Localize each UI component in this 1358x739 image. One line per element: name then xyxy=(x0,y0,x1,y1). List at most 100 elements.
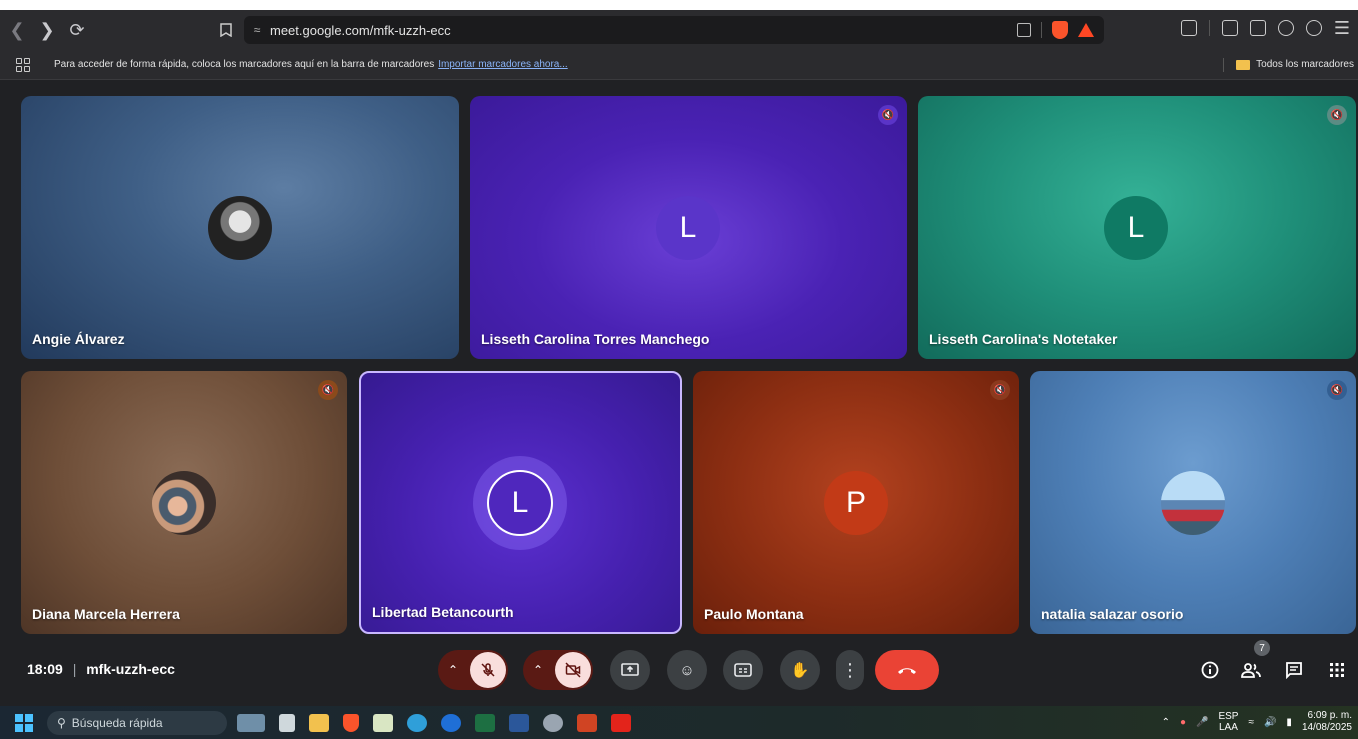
folder-icon xyxy=(1236,59,1251,70)
participant-tile[interactable]: 🔇 natalia salazar osorio xyxy=(1030,371,1356,634)
microphone-icon[interactable]: 🎤 xyxy=(1196,717,1208,728)
file-explorer-icon[interactable] xyxy=(309,713,329,732)
participant-tile[interactable]: Angie Álvarez xyxy=(21,96,459,359)
reactions-button[interactable]: ☺ xyxy=(667,650,707,690)
captions-button[interactable] xyxy=(723,650,763,690)
captions-icon xyxy=(734,663,752,677)
divider xyxy=(1208,20,1210,36)
participant-name: Angie Álvarez xyxy=(32,331,125,347)
hang-up-icon xyxy=(898,668,916,674)
search-icon: ⚲ xyxy=(57,715,66,730)
emoji-icon: ☺ xyxy=(679,661,695,679)
microphone-control: ⌃ xyxy=(438,650,509,690)
present-screen-button[interactable] xyxy=(610,650,650,690)
reload-icon[interactable]: ⟳ xyxy=(64,17,90,43)
mic-off-button[interactable] xyxy=(470,652,507,688)
language-code: ESP xyxy=(1218,711,1239,722)
info-icon xyxy=(1201,661,1219,679)
back-icon[interactable]: ❮ xyxy=(4,17,30,43)
leave-call-button[interactable] xyxy=(875,650,939,690)
app-icon[interactable] xyxy=(543,713,563,732)
chat-button[interactable] xyxy=(1283,659,1305,681)
participant-tile[interactable]: 🔇 P Paulo Montana xyxy=(693,371,1019,634)
leo-ai-icon[interactable] xyxy=(1277,20,1294,36)
browser-toolbar: ❮ ❯ ⟳ ≈ meet.google.com/mfk-uzzh-ecc ☰ xyxy=(0,10,1358,50)
divider xyxy=(1041,22,1042,38)
more-options-button[interactable]: ⋮ xyxy=(836,650,864,690)
battery-icon[interactable]: ▮ xyxy=(1286,717,1292,728)
brave-rewards-icon[interactable] xyxy=(1078,23,1094,37)
participant-name: Paulo Montana xyxy=(704,606,804,622)
wifi-icon[interactable]: ≈ xyxy=(1248,717,1254,728)
divider xyxy=(1223,58,1224,72)
system-tray: ⌃ ● 🎤 ESP LAA ≈ 🔊 ▮ 6:09 p. m. 14/08/202… xyxy=(1162,710,1352,734)
network-warning-icon[interactable]: ● xyxy=(1180,717,1186,728)
windows-start-icon[interactable] xyxy=(15,713,33,732)
window-top-strip xyxy=(0,0,1358,10)
windows-taskbar: ⚲ Búsqueda rápida ⌃ ● 🎤 ESP LAA ≈ 🔊 ▮ 6:… xyxy=(0,706,1358,739)
apps-grid-icon xyxy=(1330,663,1344,677)
raise-hand-button[interactable]: ✋ xyxy=(780,650,820,690)
brave-shields-icon[interactable] xyxy=(1052,21,1068,39)
apps-icon[interactable] xyxy=(16,57,30,72)
all-bookmarks-button[interactable]: Todos los marcadores xyxy=(1236,59,1354,70)
taskbar-search[interactable]: ⚲ Búsqueda rápida xyxy=(47,710,227,735)
bookmarks-bar: Para acceder de forma rápida, coloca los… xyxy=(0,50,1358,80)
chevron-up-icon[interactable]: ⌃ xyxy=(448,663,458,677)
avatar: L xyxy=(656,196,720,260)
excel-icon[interactable] xyxy=(475,713,495,732)
meeting-details-button[interactable] xyxy=(1199,659,1221,681)
search-placeholder: Búsqueda rápida xyxy=(71,715,163,730)
mic-off-icon: 🔇 xyxy=(990,380,1010,400)
calendar-icon[interactable] xyxy=(373,713,393,732)
brave-browser-icon[interactable] xyxy=(343,713,359,732)
activities-button[interactable] xyxy=(1326,659,1348,681)
chevron-up-icon[interactable]: ⌃ xyxy=(1162,717,1170,728)
participant-tile[interactable]: 🔇 Diana Marcela Herrera xyxy=(21,371,347,634)
avatar: L xyxy=(487,470,553,536)
camera-off-button[interactable] xyxy=(555,652,592,688)
mic-off-icon: 🔇 xyxy=(1327,380,1347,400)
camera-control: ⌃ xyxy=(523,650,594,690)
people-button[interactable] xyxy=(1240,659,1262,681)
volume-icon[interactable]: 🔊 xyxy=(1264,717,1276,728)
participant-name: Lisseth Carolina's Notetaker xyxy=(929,331,1118,347)
menu-icon[interactable]: ☰ xyxy=(1334,19,1350,37)
present-icon xyxy=(621,663,639,676)
widgets-icon[interactable] xyxy=(237,713,265,732)
chevron-up-icon[interactable]: ⌃ xyxy=(533,663,543,677)
share-icon[interactable] xyxy=(1017,23,1031,37)
participant-count-badge: 7 xyxy=(1254,640,1270,656)
powerpoint-icon[interactable] xyxy=(577,713,597,732)
avatar: L xyxy=(1104,196,1168,260)
clock-date: 14/08/2025 xyxy=(1301,722,1352,733)
people-icon xyxy=(1241,663,1261,678)
language-indicator[interactable]: ESP LAA xyxy=(1218,711,1238,733)
avatar xyxy=(208,196,272,260)
import-bookmarks-link[interactable]: Importar marcadores ahora... xyxy=(438,59,568,70)
vpn-icon[interactable] xyxy=(1305,20,1322,36)
task-view-icon[interactable] xyxy=(279,713,295,732)
sidebar-icon[interactable] xyxy=(1221,20,1238,36)
app-icon[interactable] xyxy=(441,713,461,732)
participant-name: Diana Marcela Herrera xyxy=(32,606,180,622)
clock[interactable]: 6:09 p. m. 14/08/2025 xyxy=(1302,710,1352,734)
acrobat-icon[interactable] xyxy=(611,713,631,732)
url-text[interactable]: meet.google.com/mfk-uzzh-ecc xyxy=(270,23,451,38)
participant-tile-active-speaker[interactable]: L Libertad Betancourth xyxy=(359,371,682,634)
meeting-code: mfk-uzzh-ecc xyxy=(86,661,175,677)
site-settings-icon[interactable]: ≈ xyxy=(244,23,270,37)
tab-icon[interactable] xyxy=(1249,20,1266,36)
reader-mode-icon[interactable] xyxy=(1180,20,1197,36)
forward-icon[interactable]: ❯ xyxy=(34,17,60,43)
bookmark-icon[interactable] xyxy=(214,17,238,43)
all-bookmarks-label: Todos los marcadores xyxy=(1256,59,1354,70)
word-icon[interactable] xyxy=(509,713,529,732)
mic-off-icon: 🔇 xyxy=(878,105,898,125)
participant-tile[interactable]: 🔇 L Lisseth Carolina Torres Manchego xyxy=(470,96,907,359)
participant-tile[interactable]: 🔇 L Lisseth Carolina's Notetaker xyxy=(918,96,1356,359)
mic-off-icon xyxy=(481,663,495,677)
address-bar[interactable]: ≈ meet.google.com/mfk-uzzh-ecc xyxy=(244,16,1104,44)
participant-name: Lisseth Carolina Torres Manchego xyxy=(481,331,710,347)
edge-browser-icon[interactable] xyxy=(407,713,427,732)
